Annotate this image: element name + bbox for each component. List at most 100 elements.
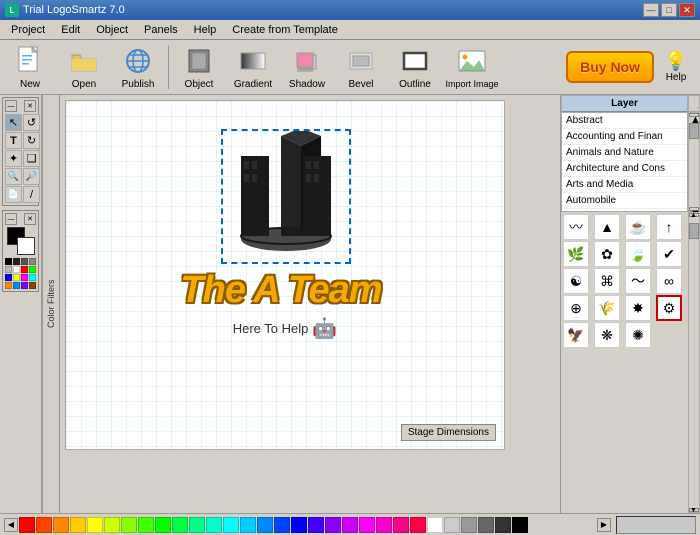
mini-swatch[interactable] <box>29 274 36 281</box>
symbol-cell[interactable]: ✺ <box>625 322 651 348</box>
bottom-color-swatch[interactable] <box>461 517 477 533</box>
bottom-color-swatch[interactable] <box>274 517 290 533</box>
bottom-color-swatch[interactable] <box>138 517 154 533</box>
symbol-cell[interactable]: ☯ <box>563 268 589 294</box>
bottom-color-swatch[interactable] <box>36 517 52 533</box>
mini-swatch[interactable] <box>21 274 28 281</box>
bottom-color-swatch[interactable] <box>240 517 256 533</box>
mini-swatch[interactable] <box>29 266 36 273</box>
scroll-up-arrow[interactable]: ▲ <box>689 113 699 117</box>
mini-swatch[interactable] <box>13 274 20 281</box>
effects-tool[interactable]: ✦ <box>5 150 22 167</box>
color-panel-close[interactable]: ✕ <box>24 213 36 225</box>
bevel-button[interactable]: Bevel <box>335 42 387 92</box>
symbol-scroll-down[interactable]: ▼ <box>689 508 699 512</box>
new-doc-tool[interactable]: 📄 <box>5 186 22 203</box>
bottom-color-swatch[interactable] <box>359 517 375 533</box>
tool-panel-close[interactable]: ✕ <box>24 100 36 112</box>
building-logo[interactable] <box>221 131 351 266</box>
mini-swatch[interactable] <box>5 282 12 289</box>
mini-swatch[interactable] <box>29 258 36 265</box>
bottom-color-swatch[interactable] <box>172 517 188 533</box>
color-filters-panel[interactable]: Color Filters <box>42 95 60 513</box>
bottom-color-swatch[interactable] <box>53 517 69 533</box>
symbol-cell[interactable]: 🌿 <box>563 241 589 267</box>
mini-swatch[interactable] <box>13 266 20 273</box>
category-item[interactable]: Abstract <box>562 113 687 129</box>
bottom-color-swatch[interactable] <box>223 517 239 533</box>
category-item[interactable]: Accounting and Finan <box>562 129 687 145</box>
symbol-cell[interactable]: ☕ <box>625 214 651 240</box>
mini-swatch[interactable] <box>29 282 36 289</box>
category-item[interactable]: Automobile <box>562 193 687 209</box>
category-item[interactable]: Animals and Nature <box>562 145 687 161</box>
bottom-color-swatch[interactable] <box>121 517 137 533</box>
maximize-button[interactable]: □ <box>661 3 677 17</box>
copy-tool[interactable]: ❑ <box>23 150 40 167</box>
symbol-cell[interactable]: ✸ <box>625 295 651 321</box>
bottom-color-swatch[interactable] <box>104 517 120 533</box>
canvas-scroll[interactable]: The A Team Here To Help 🤖 Stage Dimensio… <box>60 95 560 513</box>
gradient-button[interactable]: Gradient <box>227 42 279 92</box>
symbol-scroll-up[interactable]: ▲ <box>689 213 699 217</box>
bottom-color-swatch[interactable] <box>87 517 103 533</box>
logo-sub-text[interactable]: Here To Help 🤖 <box>233 316 338 341</box>
open-button[interactable]: Open <box>58 42 110 92</box>
symbol-cell[interactable]: ✿ <box>594 241 620 267</box>
mini-swatch[interactable] <box>5 258 12 265</box>
symbol-cell[interactable]: ↑ <box>656 214 682 240</box>
bottom-color-swatch[interactable] <box>495 517 511 533</box>
mini-swatch[interactable] <box>21 266 28 273</box>
bottom-color-swatch[interactable] <box>376 517 392 533</box>
symbol-cell[interactable]: ▲ <box>594 214 620 240</box>
bottom-color-swatch[interactable] <box>325 517 341 533</box>
bottom-color-swatch[interactable] <box>512 517 528 533</box>
mini-swatch[interactable] <box>5 274 12 281</box>
layer-tab[interactable]: Layer <box>561 95 688 112</box>
bottom-color-swatch[interactable] <box>342 517 358 533</box>
tool-panel-pin[interactable]: — <box>5 100 17 112</box>
symbol-cell[interactable]: ✔ <box>656 241 682 267</box>
bottom-color-swatch[interactable] <box>206 517 222 533</box>
category-item[interactable]: Arts and Media <box>562 177 687 193</box>
scroll-thumb[interactable] <box>689 123 699 139</box>
outline-button[interactable]: Outline <box>389 42 441 92</box>
bottom-color-swatch[interactable] <box>19 517 35 533</box>
symbol-cell[interactable]: 〜 <box>625 268 651 294</box>
symbol-cell[interactable]: 🦅 <box>563 322 589 348</box>
menu-object[interactable]: Object <box>88 22 136 38</box>
right-scroll-top[interactable] <box>688 95 700 112</box>
color-scroll-right[interactable]: ▶ <box>597 518 611 532</box>
symbol-scrollbar[interactable]: ▲ ▼ <box>688 212 700 513</box>
redo-tool[interactable]: ↻ <box>23 132 40 149</box>
symbol-cell[interactable]: ⌘ <box>594 268 620 294</box>
menu-panels[interactable]: Panels <box>136 22 186 38</box>
color-scroll-left[interactable]: ◀ <box>4 518 18 532</box>
symbol-cell[interactable]: ❋ <box>594 322 620 348</box>
symbol-cell[interactable]: ∞ <box>656 268 682 294</box>
mini-swatch[interactable] <box>13 258 20 265</box>
mini-swatch[interactable] <box>21 282 28 289</box>
symbol-cell[interactable]: 🍃 <box>625 241 651 267</box>
bottom-color-swatch[interactable] <box>70 517 86 533</box>
select-tool[interactable]: ↖ <box>5 114 22 131</box>
symbol-cell[interactable]: ⚙ <box>656 295 682 321</box>
menu-project[interactable]: Project <box>3 22 53 38</box>
bottom-color-swatch[interactable] <box>257 517 273 533</box>
line-tool[interactable]: / <box>23 186 40 203</box>
menu-help[interactable]: Help <box>186 22 225 38</box>
category-item[interactable]: Architecture and Cons <box>562 161 687 177</box>
bottom-color-swatch[interactable] <box>308 517 324 533</box>
zoom-in-tool[interactable]: 🔍 <box>5 168 22 185</box>
object-button[interactable]: Object <box>173 42 225 92</box>
stage-dimensions-label[interactable]: Stage Dimensions <box>401 424 496 441</box>
zoom-out-tool[interactable]: 🔎 <box>23 168 40 185</box>
text-tool[interactable]: T <box>5 132 22 149</box>
mini-swatch[interactable] <box>21 258 28 265</box>
bottom-color-swatch[interactable] <box>189 517 205 533</box>
menu-create-template[interactable]: Create from Template <box>224 22 346 38</box>
bottom-color-swatch[interactable] <box>410 517 426 533</box>
buy-now-button[interactable]: Buy Now <box>566 51 654 83</box>
import-image-button[interactable]: Import Image <box>443 42 501 92</box>
category-scrollbar[interactable]: ▲ ▼ <box>688 112 700 212</box>
